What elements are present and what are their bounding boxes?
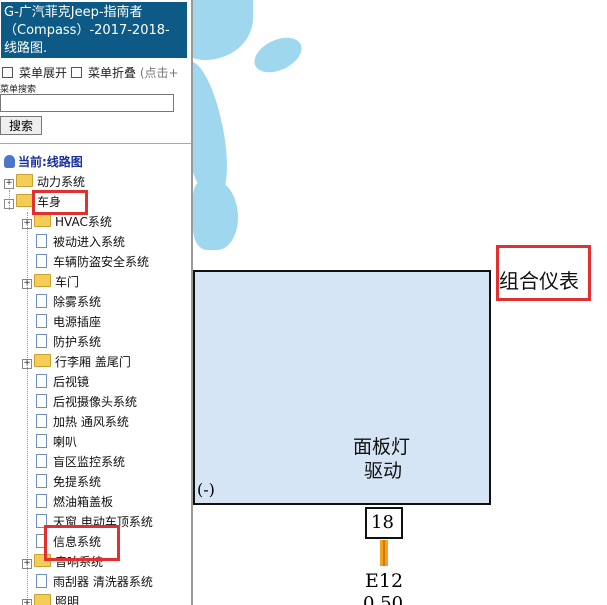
tree-item[interactable]: 免提系统 [22, 472, 101, 492]
tree-item[interactable]: 盲区监控系统 [22, 452, 125, 472]
page-icon [36, 294, 47, 308]
tree-item-label[interactable]: HVAC系统 [55, 215, 112, 229]
folder-icon [16, 174, 33, 187]
tree-item[interactable]: 除雾系统 [22, 292, 101, 312]
tree-item[interactable]: 加热 通风系统 [22, 412, 129, 432]
page-icon [36, 254, 47, 268]
sidebar-title: G-广汽菲克Jeep-指南者（Compass）-2017-2018- 线路图. [1, 2, 187, 58]
background-swirl [193, 0, 253, 60]
tree-item-label[interactable]: 喇叭 [53, 435, 77, 449]
folder-icon [34, 274, 51, 287]
folder-icon [16, 194, 33, 207]
module-label: 驱动 [364, 460, 403, 482]
tree-item[interactable]: + 动力系统 [4, 172, 85, 192]
collapse-hint: (点击+ [139, 66, 179, 80]
tree-item-label[interactable]: 雨刮器 清洗器系统 [53, 575, 153, 589]
tree-item-label[interactable]: 后视摄像头系统 [53, 395, 137, 409]
module-label: 面板灯 [353, 436, 411, 458]
page-icon [36, 454, 47, 468]
tree-item[interactable]: + HVAC系统 [22, 212, 112, 232]
collapse-icon[interactable] [71, 67, 83, 78]
divider [0, 143, 191, 144]
wire-code: E12 [365, 570, 404, 592]
menu-toggle-row: 菜单展开 菜单折叠 (点击+ [2, 64, 179, 81]
highlight-box-info-system [44, 525, 120, 561]
expand-node-icon[interactable]: + [22, 359, 32, 369]
globe-icon [4, 155, 15, 168]
page-icon [36, 474, 47, 488]
tree-item-label[interactable]: 行李厢 盖尾门 [55, 355, 131, 369]
tree-item[interactable]: + 照明 [22, 592, 79, 605]
tree-item[interactable]: 防护系统 [22, 332, 101, 352]
tree-item-label[interactable]: 车辆防盗安全系统 [53, 255, 149, 269]
folder-icon [34, 214, 51, 227]
folder-icon [34, 594, 51, 605]
background-swirl [249, 30, 307, 80]
sidebar: G-广汽菲克Jeep-指南者（Compass）-2017-2018- 线路图. … [0, 0, 193, 605]
tree-item-label[interactable]: 被动进入系统 [53, 235, 125, 249]
wire-gauge: 0.50 [363, 593, 404, 605]
tree-item[interactable]: 燃油箱盖板 [22, 492, 113, 512]
tree-item-label[interactable]: 盲区监控系统 [53, 455, 125, 469]
tree-item[interactable]: 雨刮器 清洗器系统 [22, 572, 153, 592]
expand-icon[interactable] [2, 67, 13, 78]
page-icon [36, 314, 47, 328]
highlight-box-body [32, 190, 88, 215]
expand-node-icon[interactable]: + [22, 279, 32, 289]
highlight-box-cluster [496, 245, 591, 301]
tree-item[interactable]: 电源插座 [22, 312, 101, 332]
expand-node-icon[interactable]: + [22, 559, 32, 569]
collapse-menu-link[interactable]: 菜单折叠 [88, 66, 136, 80]
background-swirl [193, 180, 238, 250]
wiring-diagram: 组合仪表 面板灯 驱动 (-) 18 E12 0.50 [193, 0, 607, 605]
tree-item-label[interactable]: 动力系统 [37, 175, 85, 189]
tree-item-label[interactable]: 加热 通风系统 [53, 415, 129, 429]
tree-item[interactable]: 车辆防盗安全系统 [22, 252, 149, 272]
expand-node-icon[interactable]: + [22, 599, 32, 605]
page-icon [36, 234, 47, 248]
tree-item[interactable]: + 行李厢 盖尾门 [22, 352, 131, 372]
search-button[interactable]: 搜索 [0, 116, 42, 135]
page-icon [36, 494, 47, 508]
expand-node-icon[interactable]: + [22, 219, 32, 229]
tree-item[interactable]: 后视镜 [22, 372, 89, 392]
expand-node-icon[interactable]: + [4, 179, 14, 189]
tree-item[interactable]: 后视摄像头系统 [22, 392, 137, 412]
tree-item[interactable]: + 车门 [22, 272, 79, 292]
page-icon [36, 574, 47, 588]
page-icon [36, 394, 47, 408]
tree-item-label[interactable]: 免提系统 [53, 475, 101, 489]
tree-item-label[interactable]: 电源插座 [53, 315, 101, 329]
tree-item[interactable]: 被动进入系统 [22, 232, 125, 252]
page-icon [36, 414, 47, 428]
instrument-cluster-module [193, 270, 491, 505]
page-icon [36, 334, 47, 348]
search-input[interactable] [0, 94, 174, 112]
tree-item[interactable]: 喇叭 [22, 432, 77, 452]
current-location: 当前:线路图 [4, 153, 83, 170]
expand-menu-link[interactable]: 菜单展开 [19, 66, 67, 80]
tree-item-label[interactable]: 车门 [55, 275, 79, 289]
folder-icon [34, 354, 51, 367]
tree-item-label[interactable]: 除雾系统 [53, 295, 101, 309]
tree-item-label[interactable]: 后视镜 [53, 375, 89, 389]
current-label[interactable]: 当前:线路图 [18, 155, 83, 169]
collapse-node-icon[interactable]: - [4, 199, 14, 209]
wire-tracer [383, 540, 385, 566]
page-icon [36, 434, 47, 448]
page-icon [36, 374, 47, 388]
pin-number: 18 [371, 512, 394, 533]
polarity-label: (-) [197, 480, 215, 499]
tree-item-label[interactable]: 防护系统 [53, 335, 101, 349]
tree-item-label[interactable]: 照明 [55, 595, 79, 605]
tree-item-label[interactable]: 燃油箱盖板 [53, 495, 113, 509]
